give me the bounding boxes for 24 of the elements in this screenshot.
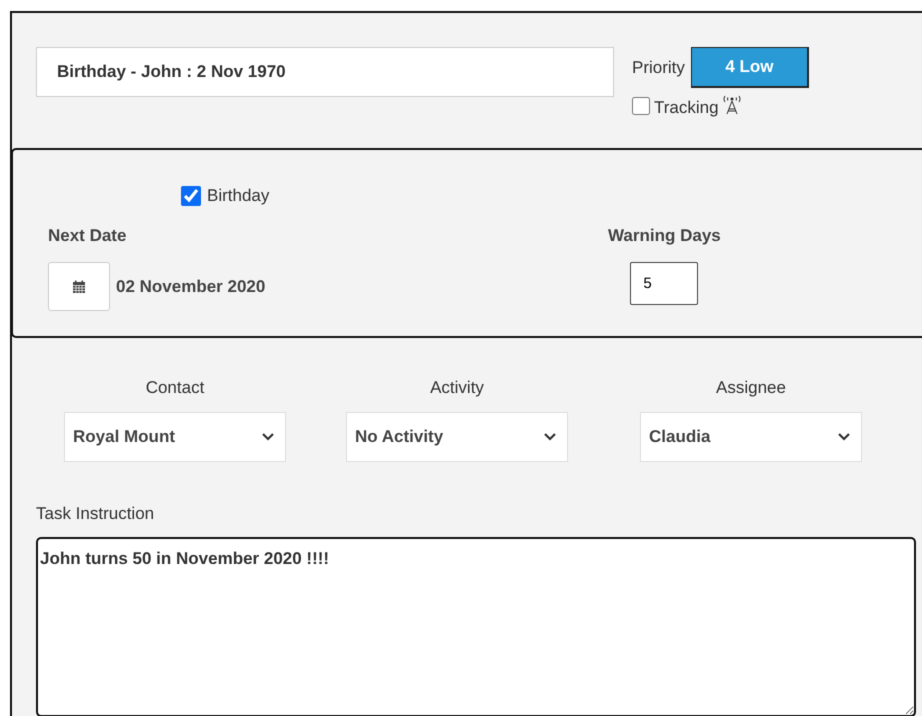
select-label: Contact xyxy=(146,378,204,398)
tracking-label: Tracking xyxy=(654,98,719,118)
birthday-label: Birthday xyxy=(207,186,270,206)
chevron-down-icon xyxy=(261,432,275,442)
priority-label: Priority xyxy=(632,58,685,78)
calendar-button[interactable] xyxy=(48,262,110,311)
dropdown-select[interactable]: No Activity xyxy=(346,412,568,462)
tracking-checkbox[interactable] xyxy=(632,97,650,115)
chevron-down-icon xyxy=(837,432,851,442)
warning-days-field[interactable]: 5 xyxy=(630,262,698,305)
next-date-value: 02 November 2020 xyxy=(116,276,266,296)
chevron-down-icon xyxy=(543,432,557,442)
antenna-icon xyxy=(722,94,742,116)
next-date-label: Next Date xyxy=(48,226,128,246)
birthday-checkbox[interactable] xyxy=(181,186,201,206)
warning-days-label: Warning Days xyxy=(608,226,721,246)
task-instruction-field[interactable]: John turns 50 in November 2020 !!!! xyxy=(36,537,916,716)
dropdown-select[interactable]: Claudia xyxy=(640,412,862,462)
select-label: Activity xyxy=(430,378,484,398)
task-instruction-label: Task Instruction xyxy=(36,504,156,524)
select-label: Assignee xyxy=(716,378,786,398)
dropdown-select[interactable]: Royal Mount xyxy=(64,412,286,462)
title-field[interactable]: Birthday - John : 2 Nov 1970 xyxy=(36,47,614,97)
calendar-icon xyxy=(72,280,86,294)
